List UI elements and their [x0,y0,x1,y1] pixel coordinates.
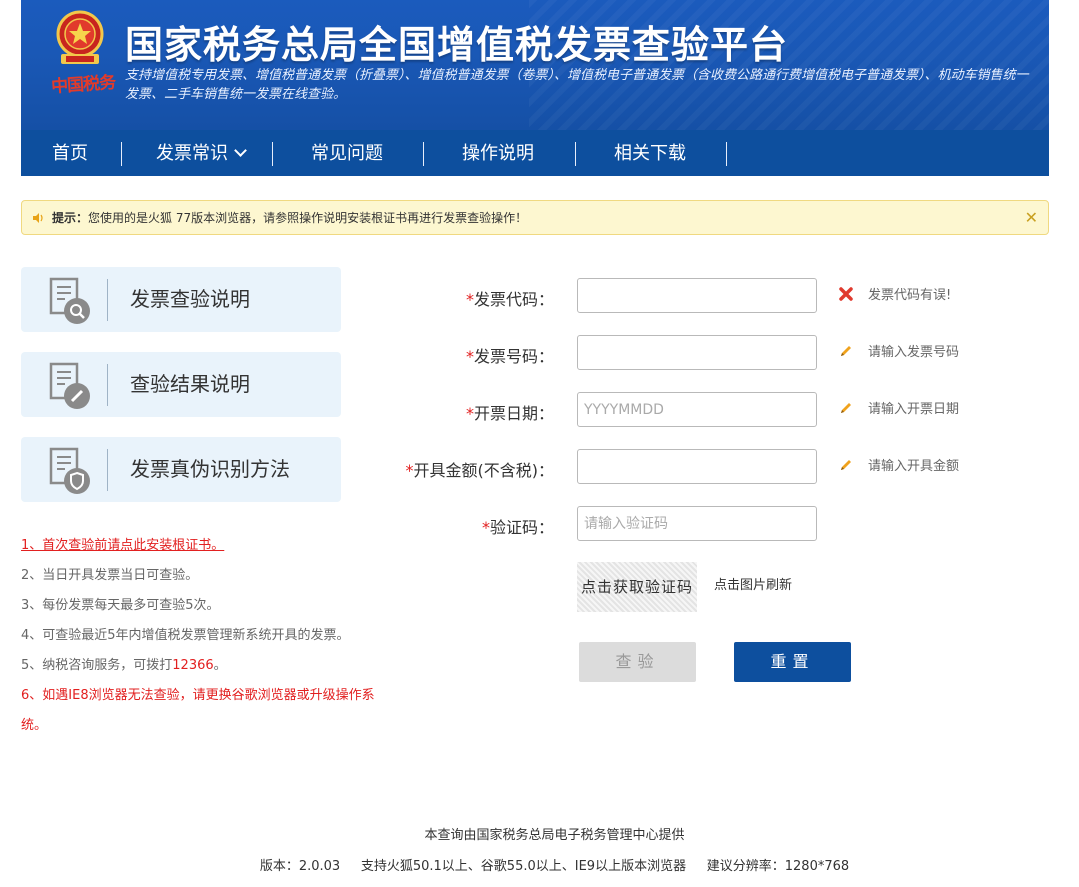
required-mark: * [481,518,490,537]
shield-doc-icon [49,447,90,494]
tip-item: 6、如遇IE8浏览器无法查验，请更换谷歌浏览器或升级操作系统。 [21,688,375,733]
tip-item: 5、纳税咨询服务，可拨打12366。 [21,651,381,681]
invoice-amount-hint: 请输入开具金额 [838,457,959,477]
captcha-refresh-text: 点击图片刷新 [714,578,793,593]
nav-item-label: 相关下载 [614,143,686,164]
label-text: 发票号码： [473,347,554,366]
invoice-code-input[interactable] [577,278,817,313]
tax-emblem-icon [56,10,104,64]
close-icon[interactable]: ✕ [1025,201,1038,235]
hint-text: 请输入开票日期 [868,402,960,417]
site-header: 中国税务 国家税务总局全国增值税发票查验平台 支持增值税专用发票、增值税普通发票… [21,0,1049,130]
card-label: 发票查验说明 [130,287,250,311]
label-text: 验证码： [489,518,554,537]
main-nav: 首页 发票常识 常见问题 操作说明 相关下载 [21,130,1049,176]
pencil-icon [841,403,851,413]
tip-text: 。 [213,658,227,673]
invoice-date-hint: 请输入开票日期 [838,400,959,420]
footer-provider: 本查询由国家税务总局电子税务管理中心提供 [424,828,685,843]
footer-support: 支持火狐50.1以上、谷歌55.0以上、IE9以上版本浏览器 [360,859,687,874]
nav-divider [121,142,122,166]
nav-item-instructions[interactable]: 操作说明 [462,130,534,176]
card-label: 发票真伪识别方法 [130,457,290,481]
captcha-image[interactable]: 点击获取验证码 [577,562,697,612]
invoice-number-input[interactable] [577,335,817,370]
hint-text: 请输入开具金额 [868,459,960,474]
nav-item-downloads[interactable]: 相关下载 [614,130,686,176]
invoice-number-hint: 请输入发票号码 [838,343,959,363]
speaker-icon [33,213,43,223]
nav-divider [423,142,424,166]
pencil-icon [841,346,851,356]
nav-divider [575,142,576,166]
error-x-icon [839,287,853,301]
required-mark: * [465,404,474,423]
search-doc-icon [49,277,90,324]
nav-divider [726,142,727,166]
card-authenticity-method[interactable]: 发票真伪识别方法 [21,437,341,502]
card-divider [107,449,108,491]
label-text: 开具金额(不含税)： [413,461,555,480]
label-text: 开票日期： [473,404,554,423]
tip-item: 3、每份发票每天最多可查验5次。 [21,598,220,613]
browser-notice: 提示：您使用的是火狐 77版本浏览器，请参照操作说明安装根证书再进行发票查验操作… [21,200,1049,235]
check-button[interactable]: 查验 [579,642,696,682]
nav-item-faq[interactable]: 常见问题 [311,130,383,176]
nav-item-label: 发票常识 [156,143,228,164]
footer-version: 版本：2.0.03 [259,859,341,874]
page-title: 国家税务总局全国增值税发票查验平台 [125,23,789,67]
nav-item-label: 操作说明 [462,143,534,164]
nav-item-home[interactable]: 首页 [52,130,88,176]
invoice-code-label: *发票代码： [354,286,554,310]
captcha-input[interactable] [577,506,817,541]
reset-button[interactable]: 重置 [734,642,851,682]
required-mark: * [465,290,474,309]
nav-item-label: 常见问题 [311,143,383,164]
edit-doc-icon [49,362,90,409]
notice-text: 提示：您使用的是火狐 77版本浏览器，请参照操作说明安装根证书再进行发票查验操作… [52,201,527,235]
tip-item: 4、可查验最近5年内增值税发票管理新系统开具的发票。 [21,628,350,643]
nav-item-label: 首页 [52,143,88,164]
tips-list: 1、首次查验前请点此安装根证书。 2、当日开具发票当日可查验。 3、每份发票每天… [21,531,381,741]
invoice-date-input[interactable] [577,392,817,427]
invoice-number-label: *发票号码： [354,343,554,367]
hint-text: 请输入发票号码 [868,345,960,360]
tip-item: 2、当日开具发票当日可查验。 [21,568,199,583]
footer-info: 版本：2.0.03 支持火狐50.1以上、谷歌55.0以上、IE9以上版本浏览器… [0,855,1079,874]
phone-number: 12366 [172,658,214,673]
chevron-down-icon [234,144,247,157]
notice-prefix: 提示： [52,211,89,225]
footer-resolution: 建议分辨率：1280*768 [706,859,850,874]
captcha-label: *验证码： [354,514,554,538]
required-mark: * [405,461,414,480]
card-divider [107,279,108,321]
required-mark: * [465,347,474,366]
invoice-amount-label: *开具金额(不含税)： [354,457,555,481]
card-label: 查验结果说明 [130,372,250,396]
install-cert-link[interactable]: 1、首次查验前请点此安装根证书。 [21,538,224,553]
seal-text: 中国税务 [50,72,116,98]
label-text: 发票代码： [473,290,554,309]
nav-divider [272,142,273,166]
nav-item-invoice-knowledge[interactable]: 发票常识 [156,130,247,176]
hint-text: 发票代码有误! [868,288,952,303]
card-invoice-check-guide[interactable]: 发票查验说明 [21,267,341,332]
card-result-explanation[interactable]: 查验结果说明 [21,352,341,417]
invoice-code-hint: 发票代码有误! [838,286,951,306]
invoice-date-label: *开票日期： [354,400,554,424]
pencil-icon [841,460,851,470]
page-subtitle: 支持增值税专用发票、增值税普通发票（折叠票）、增值税普通发票（卷票）、增值税电子… [125,68,1029,102]
notice-message: 您使用的是火狐 77版本浏览器，请参照操作说明安装根证书再进行发票查验操作！ [88,211,528,225]
tip-text: 5、纳税咨询服务，可拨打 [21,658,173,673]
invoice-amount-input[interactable] [577,449,817,484]
card-divider [107,364,108,406]
